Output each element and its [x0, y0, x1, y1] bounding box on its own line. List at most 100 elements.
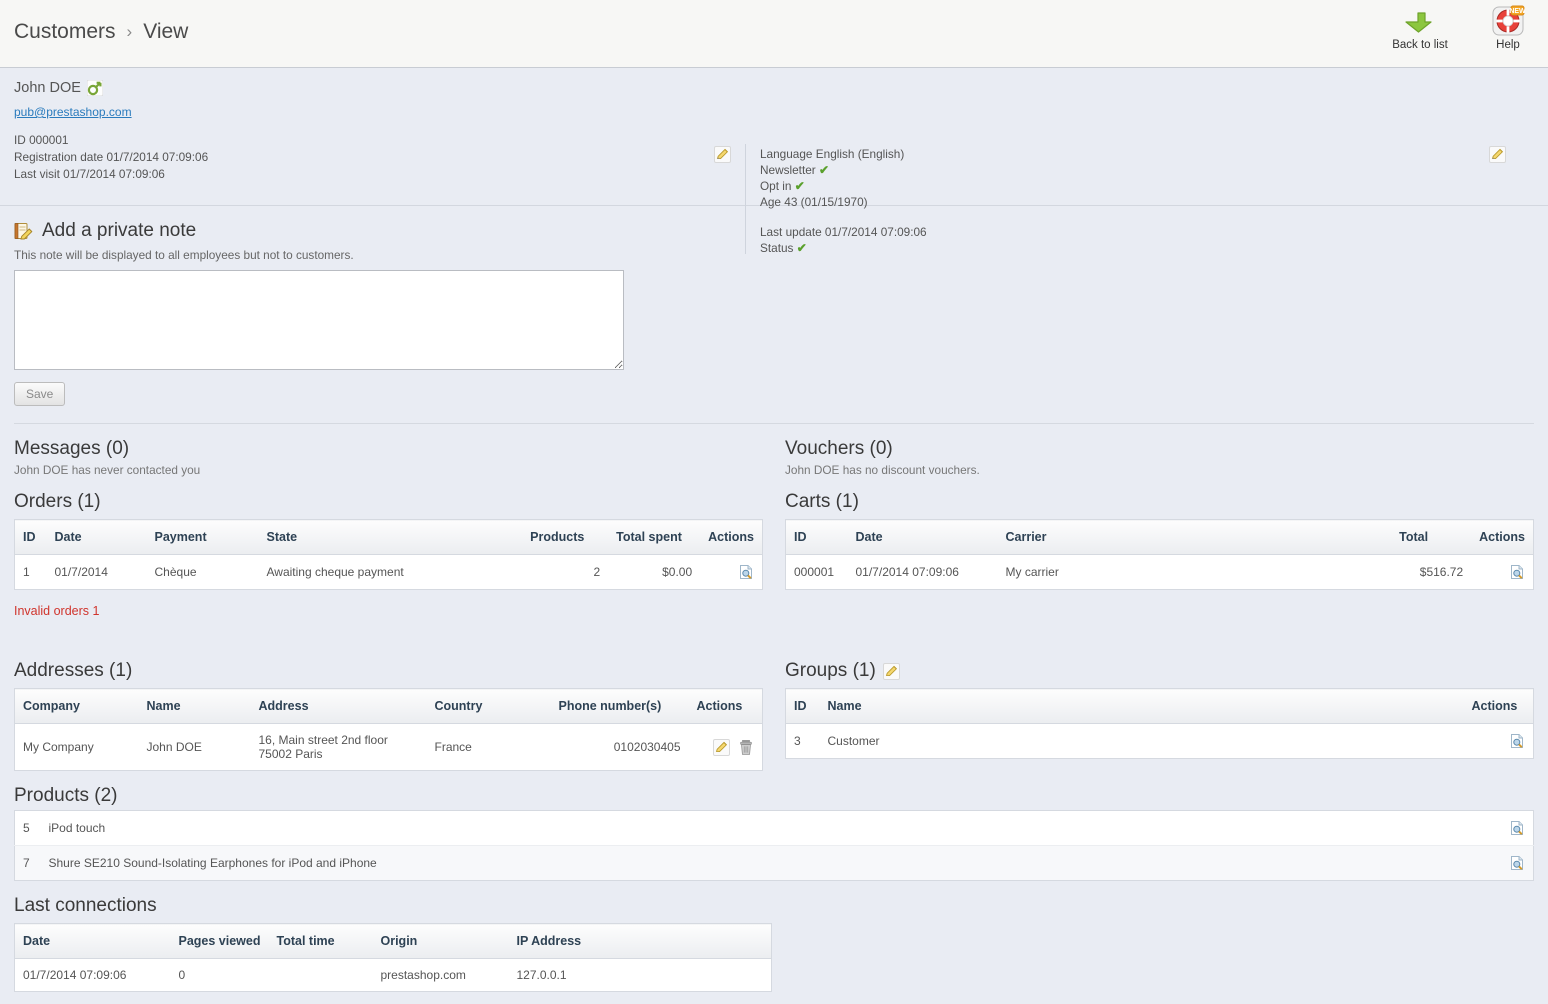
lc-origin: prestashop.com: [373, 959, 509, 992]
carts-col-id: ID: [786, 520, 848, 555]
groups-column: Groups (1) ID Name Actions 3: [785, 646, 1534, 771]
orders-col-payment: Payment: [147, 520, 259, 555]
pencil-edit-icon[interactable]: [883, 663, 900, 680]
order-state: Awaiting cheque payment: [259, 555, 523, 590]
newsletter-check-icon: ✔: [819, 163, 829, 177]
customer-identity-block: John DOE pub@prestashop.com ID 000001 Re…: [14, 80, 714, 182]
address-name: John DOE: [139, 724, 251, 771]
cart-actions: [1471, 555, 1533, 590]
addresses-title: Addresses (1): [14, 660, 763, 682]
lc-col-origin: Origin: [373, 924, 509, 959]
details-view-icon[interactable]: [1509, 733, 1525, 749]
group-id: 3: [786, 724, 820, 759]
table-row[interactable]: My Company John DOE 16, Main street 2nd …: [15, 724, 763, 771]
table-row[interactable]: 5 iPod touch: [15, 811, 1534, 846]
customer-language: Language English (English): [760, 147, 1460, 162]
order-actions: [700, 555, 762, 590]
product-name: iPod touch: [41, 811, 1474, 846]
groups-col-actions: Actions: [1464, 689, 1534, 724]
help-label: Help: [1476, 39, 1540, 51]
customer-meta-block: ID 000001 Registration date 01/7/2014 07…: [14, 133, 714, 182]
addresses-col-address: Address: [251, 689, 427, 724]
orders-col-id: ID: [15, 520, 47, 555]
lc-col-total-time: Total time: [269, 924, 373, 959]
addresses-header-row: Company Name Address Country Phone numbe…: [15, 689, 763, 724]
table-row[interactable]: 7 Shure SE210 Sound-Isolating Earphones …: [15, 846, 1534, 881]
customer-email-link[interactable]: pub@prestashop.com: [14, 105, 714, 119]
addresses-col-company: Company: [15, 689, 139, 724]
private-note-title-row: Add a private note: [14, 220, 1534, 242]
messages-empty-text: John DOE has never contacted you: [14, 463, 763, 477]
table-row[interactable]: 000001 01/7/2014 07:09:06 My carrier $51…: [786, 555, 1534, 590]
trash-delete-icon[interactable]: [738, 739, 754, 756]
product-name: Shure SE210 Sound-Isolating Earphones fo…: [41, 846, 1474, 881]
orders-col-products: Products: [522, 520, 608, 555]
address-actions: [689, 724, 763, 771]
customer-newsletter-label: Newsletter: [760, 163, 816, 177]
right-column: Vouchers (0) John DOE has no discount vo…: [785, 424, 1534, 618]
customer-info-panel: John DOE pub@prestashop.com ID 000001 Re…: [0, 68, 1548, 206]
table-row[interactable]: 01/7/2014 07:09:06 0 prestashop.com 127.…: [15, 959, 772, 992]
addresses-col-phone: Phone number(s): [551, 689, 689, 724]
back-arrow-icon: [1388, 4, 1452, 38]
orders-col-total-spent: Total spent: [608, 520, 700, 555]
products-title: Products (2): [14, 785, 1534, 807]
pencil-edit-icon[interactable]: [713, 739, 730, 756]
order-id: 1: [15, 555, 47, 590]
orders-table: ID Date Payment State Products Total spe…: [14, 519, 763, 590]
private-note-textarea[interactable]: [14, 270, 624, 370]
orders-col-state: State: [259, 520, 523, 555]
table-row[interactable]: 3 Customer: [786, 724, 1534, 759]
cart-total: $516.72: [1391, 555, 1471, 590]
orders-col-actions: Actions: [700, 520, 762, 555]
cart-date: 01/7/2014 07:09:06: [848, 555, 998, 590]
lc-pages-viewed: 0: [171, 959, 269, 992]
private-note-title: Add a private note: [42, 220, 196, 242]
details-view-icon[interactable]: [738, 564, 754, 580]
summary-columns: Messages (0) John DOE has never contacte…: [0, 424, 1548, 618]
last-connections-header-row: Date Pages viewed Total time Origin IP A…: [15, 924, 772, 959]
page-footer-spacer: [0, 992, 1548, 1004]
addresses-column: Addresses (1) Company Name Address Count…: [14, 646, 763, 771]
carts-col-actions: Actions: [1471, 520, 1533, 555]
customer-optin-row: Opt in ✔: [760, 179, 1460, 194]
carts-title: Carts (1): [785, 491, 1534, 513]
customer-newsletter-row: Newsletter ✔: [760, 163, 1460, 178]
order-total-spent: $0.00: [608, 555, 700, 590]
details-view-icon[interactable]: [1509, 855, 1525, 871]
details-view-icon[interactable]: [1509, 564, 1525, 580]
groups-title: Groups (1): [785, 660, 876, 682]
customer-name-row: John DOE: [14, 80, 714, 96]
back-to-list-button[interactable]: Back to list: [1388, 4, 1452, 51]
details-view-icon[interactable]: [1509, 820, 1525, 836]
address-line-2: 75002 Paris: [259, 747, 419, 761]
order-date: 01/7/2014: [47, 555, 147, 590]
left-column: Messages (0) John DOE has never contacte…: [14, 424, 763, 618]
help-button[interactable]: NEW Help: [1476, 4, 1540, 51]
carts-col-total: Total: [1391, 520, 1471, 555]
breadcrumb-item-view: View: [143, 20, 188, 44]
messages-title: Messages (0): [14, 438, 763, 460]
customer-registration-date: Registration date 01/7/2014 07:09:06: [14, 150, 714, 165]
edit-customer-identity-button[interactable]: [714, 146, 731, 166]
table-row[interactable]: 1 01/7/2014 Chèque Awaiting cheque payme…: [15, 555, 763, 590]
addresses-table: Company Name Address Country Phone numbe…: [14, 688, 763, 771]
notepad-pencil-icon: [14, 222, 34, 241]
save-note-button[interactable]: Save: [14, 382, 65, 406]
customer-last-visit: Last visit 01/7/2014 07:09:06: [14, 167, 714, 182]
top-toolbar: Customers › View Back to list: [0, 0, 1548, 68]
groups-table: ID Name Actions 3 Customer: [785, 688, 1534, 759]
address-lines: 16, Main street 2nd floor 75002 Paris: [251, 724, 427, 771]
address-phone: 0102030405: [551, 724, 689, 771]
last-connections-section: Last connections Date Pages viewed Total…: [0, 895, 1548, 992]
breadcrumb-item-customers[interactable]: Customers: [14, 20, 116, 44]
lifebuoy-icon: NEW: [1476, 4, 1540, 38]
products-section: Products (2) 5 iPod touch: [0, 785, 1548, 881]
order-payment: Chèque: [147, 555, 259, 590]
customer-name: John DOE: [14, 80, 81, 96]
customer-optin-label: Opt in: [760, 179, 791, 193]
edit-customer-preferences-button[interactable]: [1489, 146, 1506, 166]
orders-col-date: Date: [47, 520, 147, 555]
lc-col-date: Date: [15, 924, 171, 959]
groups-title-row: Groups (1): [785, 660, 1534, 682]
